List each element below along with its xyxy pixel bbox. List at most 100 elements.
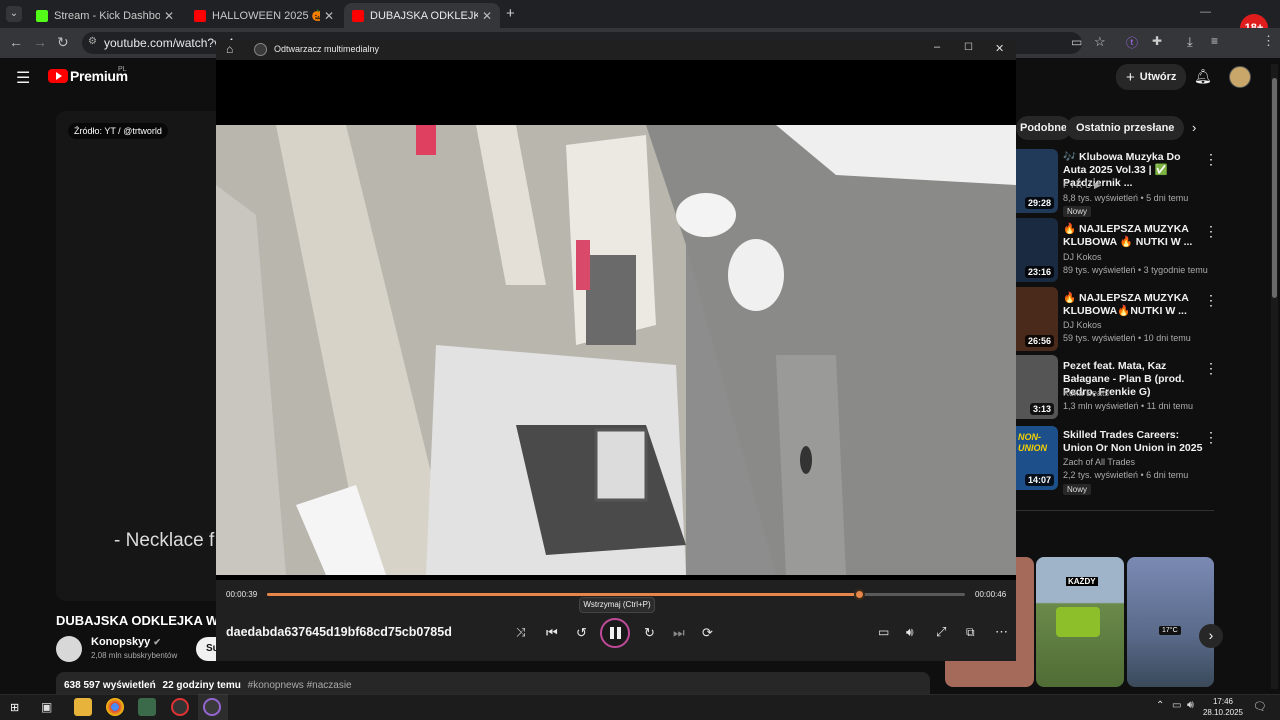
recommendation-thumbnail[interactable]: 23:16: [1016, 218, 1058, 282]
scrollbar-thumb[interactable]: [1272, 78, 1277, 298]
description-box[interactable]: 638 597 wyświetleń 22 godziny temu #kono…: [56, 672, 930, 694]
recommendation-channel[interactable]: DJ Kokos: [1063, 320, 1102, 330]
main-video-area[interactable]: [56, 111, 216, 601]
close-icon[interactable]: ✕: [482, 9, 492, 23]
recommendation-meta: 59 tys. wyświetleń • 10 dni temu: [1063, 333, 1191, 343]
channel-name[interactable]: Konopskyy ✔: [91, 636, 161, 648]
back-icon[interactable]: ←: [9, 34, 23, 50]
minimize-icon[interactable]: —: [1200, 6, 1211, 18]
recommendation-title[interactable]: Skilled Trades Careers: Union Or Non Uni…: [1063, 429, 1203, 455]
reload-icon[interactable]: ↻: [57, 34, 69, 51]
recommendation-channel[interactable]: F I R U ▶: [1063, 180, 1101, 191]
cast-icon[interactable]: ▭: [1071, 35, 1082, 49]
seek-bar[interactable]: [267, 589, 965, 600]
forward-30-icon[interactable]: ↻: [644, 625, 655, 641]
chip-recently-uploaded[interactable]: Ostatnio przesłane: [1066, 116, 1185, 140]
file-explorer-icon[interactable]: [74, 698, 92, 716]
more-options-icon[interactable]: ⋮: [1204, 151, 1218, 168]
elapsed-time: 00:00:39: [226, 590, 258, 599]
close-icon[interactable]: ✕: [995, 42, 1004, 55]
network-icon[interactable]: ▭: [1172, 700, 1181, 711]
extensions-icon[interactable]: ✚: [1152, 34, 1162, 48]
minimize-icon[interactable]: –: [934, 41, 940, 53]
close-icon[interactable]: ✕: [324, 9, 334, 23]
youtube-logo-icon[interactable]: [48, 69, 68, 83]
recommendation-thumbnail[interactable]: 29:28: [1016, 149, 1058, 213]
recommendation-channel[interactable]: Zach of All Trades: [1063, 457, 1135, 467]
bookmark-star-icon[interactable]: ☆: [1094, 34, 1106, 50]
download-icon[interactable]: ⤓: [1187, 34, 1193, 50]
duration-badge: 26:56: [1024, 335, 1054, 347]
verified-icon: ✔: [153, 637, 161, 647]
view-count: 638 597 wyświetleń: [64, 680, 156, 691]
chip-related[interactable]: Podobne: [1016, 116, 1072, 140]
subscribe-button[interactable]: Su: [196, 637, 216, 661]
browser-menu-icon[interactable]: ⋮: [1262, 33, 1275, 49]
new-tab-icon[interactable]: +: [506, 5, 515, 22]
short-thumbnail[interactable]: 17°C: [1127, 557, 1214, 687]
extension-twitch-icon[interactable]: ⓣ: [1126, 34, 1138, 51]
start-windows-icon[interactable]: ⊞: [10, 701, 19, 714]
repeat-off-icon[interactable]: ⟳: [702, 625, 713, 641]
more-options-icon[interactable]: ⋮: [1204, 223, 1218, 240]
page-scrollbar[interactable]: [1271, 64, 1278, 689]
channel-name-text: Konopskyy: [91, 636, 151, 648]
more-options-icon[interactable]: ⋮: [1204, 360, 1218, 377]
recommendation-channel[interactable]: Koka Beats: [1063, 388, 1109, 398]
task-view-icon[interactable]: ▣: [41, 700, 52, 714]
media-player-titlebar: ⌂ Odtwarzacz multimedialny – ☐ ✕: [216, 40, 1016, 60]
create-label: Utwórz: [1139, 71, 1177, 83]
short-thumbnail[interactable]: KAŻDY: [1036, 557, 1124, 687]
mini-player-icon[interactable]: ⧉: [966, 625, 975, 640]
recommendation-title[interactable]: 🔥 NAJLEPSZA MUZYKA KLUBOWA🔥NUTKI W ...: [1063, 292, 1203, 318]
app-icon[interactable]: [138, 698, 156, 716]
avatar[interactable]: [1229, 66, 1251, 88]
maximize-icon[interactable]: ☐: [964, 42, 973, 53]
recommendation-title[interactable]: 🔥 NAJLEPSZA MUZYKA KLUBOWA 🔥 NUTKI W ...: [1063, 223, 1203, 249]
recommendation-thumbnail[interactable]: NON- UNION 14:07: [1016, 426, 1058, 490]
volume-icon[interactable]: 🔊︎: [1187, 699, 1194, 712]
forward-icon[interactable]: →: [33, 34, 47, 50]
tab-kick[interactable]: Stream - Kick Dashboard ✕: [28, 3, 182, 28]
shuffle-icon[interactable]: ⤨: [516, 625, 526, 640]
plus-icon: +: [1126, 68, 1135, 86]
more-options-icon[interactable]: ⋯: [995, 624, 1008, 640]
create-button[interactable]: + Utwórz: [1116, 64, 1187, 90]
notifications-icon[interactable]: 🗨︎: [1253, 700, 1267, 713]
tray-chevron-icon[interactable]: ⌃: [1156, 700, 1164, 711]
taskbar: [0, 694, 1280, 720]
hashtags[interactable]: #konopnews #naczasie: [248, 680, 352, 691]
notifications-bell-icon[interactable]: 🔔︎: [1194, 68, 1212, 85]
recommendation-thumbnail[interactable]: 26:56: [1016, 287, 1058, 351]
pause-bar: [617, 627, 621, 639]
close-icon[interactable]: ✕: [164, 9, 174, 23]
recommendation-thumbnail[interactable]: 3:13: [1016, 355, 1058, 419]
channel-avatar[interactable]: [56, 636, 82, 662]
tab-search-button[interactable]: ⌄: [6, 6, 22, 22]
clock[interactable]: 17:46 28.10.2025: [1200, 696, 1246, 718]
volume-icon[interactable]: 🔊︎: [906, 625, 914, 640]
captions-icon[interactable]: ▭: [878, 625, 889, 639]
rewind-10-icon[interactable]: ↺: [576, 625, 587, 641]
new-badge: Nowy: [1063, 484, 1092, 495]
recommendation-channel[interactable]: DJ Kokos: [1063, 252, 1102, 262]
previous-icon[interactable]: ⏮︎: [546, 625, 558, 641]
chevron-right-icon[interactable]: ›: [1192, 120, 1196, 135]
chrome-icon[interactable]: [106, 698, 124, 716]
more-options-icon[interactable]: ⋮: [1204, 429, 1218, 446]
video-frame[interactable]: [216, 125, 1016, 575]
tab-halloween[interactable]: HALLOWEEN 2025 🎃 NAJLEP... ✕: [186, 3, 342, 28]
home-icon[interactable]: ⌂: [226, 42, 233, 56]
tab-dubajska[interactable]: DUBAJSKA ODKLEJKA WERSO... ✕: [344, 3, 500, 28]
duration-badge: 29:28: [1024, 197, 1054, 209]
playlist-icon[interactable]: ≡: [1211, 34, 1218, 48]
more-options-icon[interactable]: ⋮: [1204, 292, 1218, 309]
shorts-next-button[interactable]: ›: [1199, 624, 1223, 648]
seek-handle[interactable]: [853, 589, 865, 600]
fullscreen-icon[interactable]: ⤢: [936, 624, 946, 640]
next-icon[interactable]: ⏭︎: [673, 625, 685, 641]
hamburger-menu-icon[interactable]: ☰: [16, 68, 30, 88]
pause-button[interactable]: [600, 618, 630, 648]
site-info-icon[interactable]: ⚙: [88, 36, 97, 47]
obs-icon[interactable]: [171, 698, 189, 716]
